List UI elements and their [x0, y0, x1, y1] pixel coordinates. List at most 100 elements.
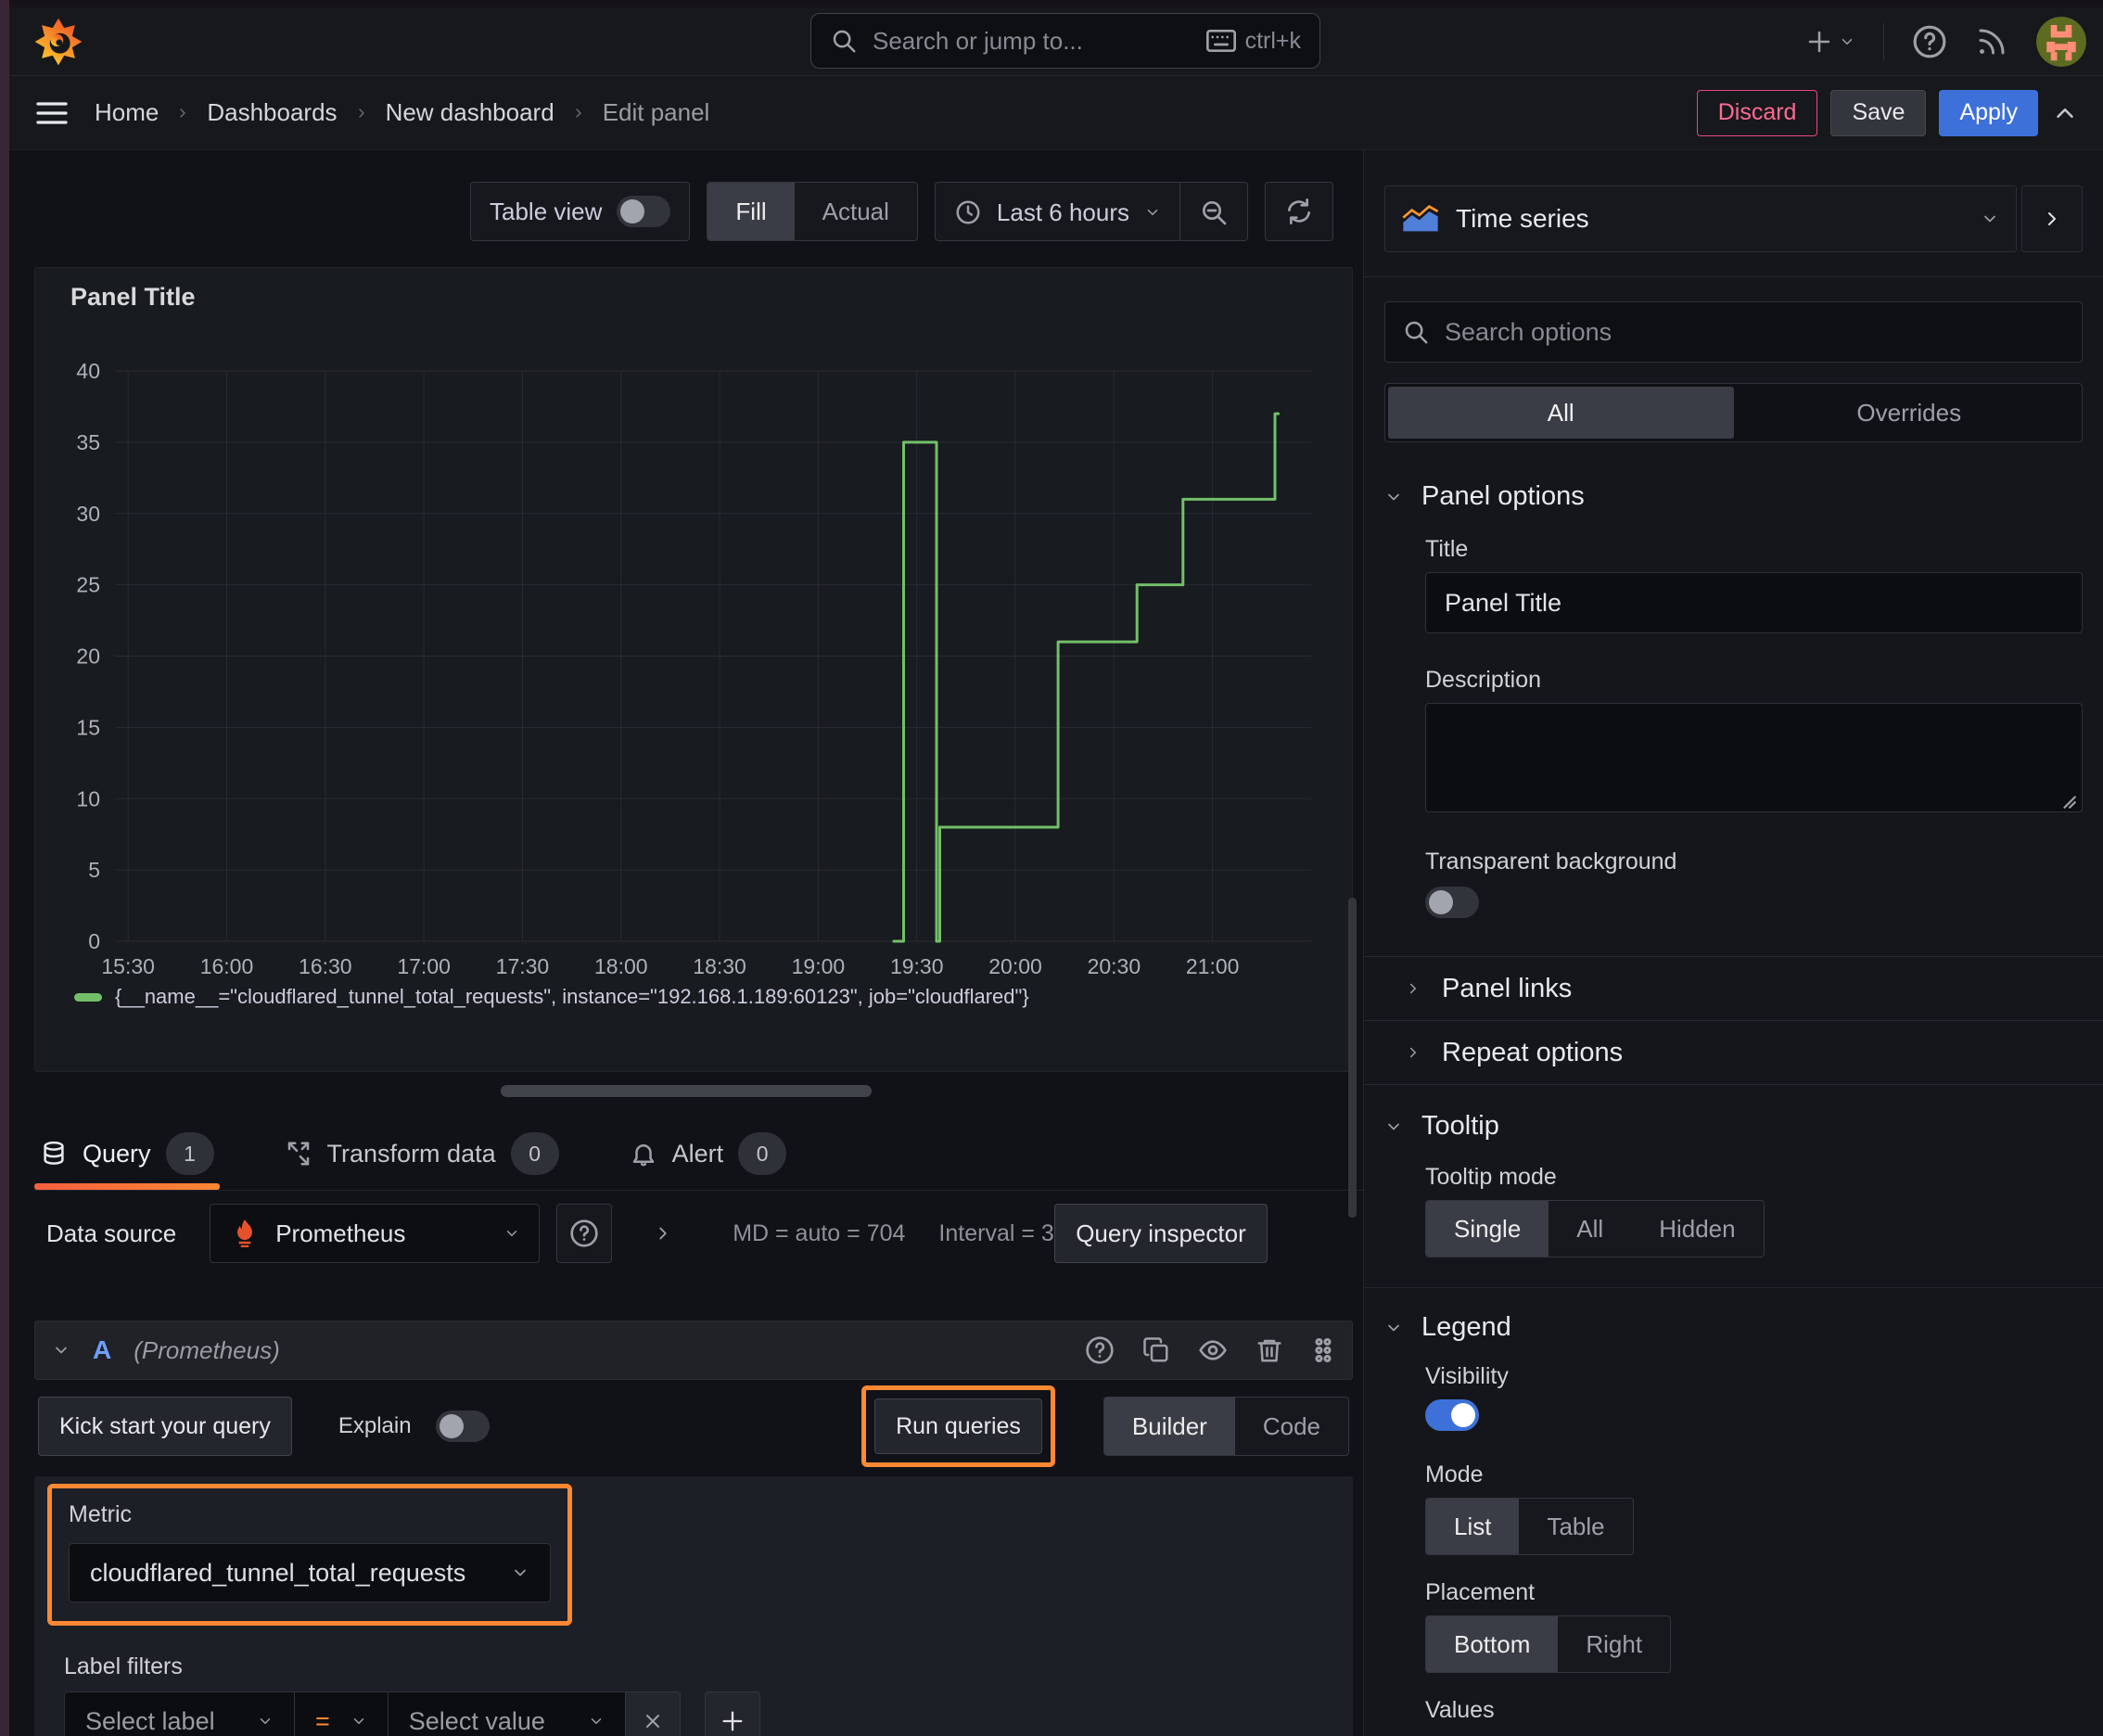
- section-tooltip[interactable]: Tooltip: [1384, 1111, 2083, 1142]
- section-legend[interactable]: Legend: [1384, 1312, 2083, 1343]
- add-button[interactable]: [1805, 28, 1855, 56]
- breadcrumb-dashboards[interactable]: Dashboards: [207, 98, 337, 127]
- save-button[interactable]: Save: [1830, 89, 1927, 136]
- breadcrumb-home[interactable]: Home: [95, 98, 159, 127]
- search-icon: [1402, 318, 1430, 346]
- metric-select[interactable]: cloudflared_tunnel_total_requests: [69, 1543, 551, 1602]
- svg-text:40: 40: [76, 359, 100, 383]
- kick-start-query-button[interactable]: Kick start your query: [38, 1397, 292, 1456]
- grafana-logo-icon[interactable]: [33, 17, 83, 67]
- chevron-down-icon[interactable]: [52, 1341, 70, 1359]
- section-panel-links[interactable]: Panel links: [1384, 957, 2083, 1020]
- search-placeholder: Search or jump to...: [873, 26, 1083, 55]
- tab-overrides[interactable]: Overrides: [1737, 384, 2083, 441]
- legend-table-option[interactable]: Table: [1519, 1499, 1632, 1554]
- datasource-help-button[interactable]: [556, 1204, 613, 1263]
- zoom-out-button[interactable]: [1180, 183, 1247, 242]
- options-search-placeholder: Search options: [1445, 317, 1612, 346]
- pane-resize-handle[interactable]: [501, 1085, 872, 1097]
- legend-list-option[interactable]: List: [1426, 1499, 1520, 1554]
- builder-option[interactable]: Builder: [1103, 1398, 1235, 1455]
- svg-text:16:00: 16:00: [200, 954, 254, 978]
- visibility-label: Visibility: [1425, 1363, 1509, 1389]
- chevron-down-icon: [1839, 33, 1855, 50]
- values-label: Values: [1425, 1697, 1495, 1723]
- select-label-placeholder: Select label: [85, 1706, 215, 1735]
- tab-transform-data[interactable]: Transform data 0: [279, 1117, 565, 1190]
- remove-query-icon[interactable]: [1255, 1336, 1283, 1364]
- placement-bottom-option[interactable]: Bottom: [1426, 1616, 1559, 1672]
- query-help-icon[interactable]: [1085, 1335, 1115, 1365]
- chevron-right-icon: [354, 106, 369, 121]
- hide-response-icon[interactable]: [1198, 1335, 1228, 1365]
- table-view-switch[interactable]: [617, 196, 671, 227]
- breadcrumb-new-dashboard[interactable]: New dashboard: [386, 98, 554, 127]
- toggle-viz-picker-button[interactable]: [2021, 185, 2083, 252]
- select-value-dropdown[interactable]: Select value: [387, 1691, 625, 1736]
- all-overrides-tabs: All Overrides: [1384, 383, 2083, 442]
- chevron-down-icon: [350, 1713, 367, 1730]
- explain-switch[interactable]: [435, 1410, 490, 1442]
- apply-button[interactable]: Apply: [1939, 89, 2038, 136]
- svg-text:15: 15: [76, 715, 100, 739]
- code-option[interactable]: Code: [1235, 1398, 1348, 1455]
- operator-dropdown[interactable]: =: [294, 1691, 388, 1736]
- tab-query[interactable]: Query 1: [34, 1117, 220, 1190]
- tab-alert[interactable]: Alert 0: [624, 1117, 793, 1190]
- svg-text:0: 0: [88, 929, 100, 953]
- panel-links-title: Panel links: [1442, 973, 1573, 1003]
- fill-option[interactable]: Fill: [707, 183, 795, 240]
- timeseries-plot-area[interactable]: 0 5 10 15 20 25 30 35 40 15:30 16:00 16:30 17:00 17:3…: [50, 332, 1337, 981]
- legend-visibility-switch[interactable]: [1425, 1399, 1479, 1431]
- edit-panel-main: Table view Fill Actual Last 6 hours Pane…: [9, 150, 1363, 1736]
- resize-grip-icon[interactable]: [2060, 793, 2077, 810]
- global-search-input[interactable]: Search or jump to... ctrl+k: [810, 13, 1320, 69]
- remove-filter-button[interactable]: [624, 1691, 681, 1736]
- duplicate-query-icon[interactable]: [1142, 1336, 1170, 1364]
- panel-description-textarea[interactable]: [1425, 703, 2083, 812]
- add-filter-button[interactable]: [704, 1691, 760, 1736]
- collapse-header-button[interactable]: [2051, 99, 2079, 127]
- discard-button[interactable]: Discard: [1696, 89, 1818, 136]
- tabs-divider: [34, 1190, 1363, 1191]
- chevron-right-icon[interactable]: [653, 1223, 673, 1244]
- query-row-header[interactable]: A (Prometheus): [34, 1321, 1353, 1380]
- tooltip-hidden-option[interactable]: Hidden: [1631, 1201, 1763, 1257]
- options-search-input[interactable]: Search options: [1384, 301, 2083, 363]
- visualization-picker[interactable]: Time series: [1384, 185, 2017, 252]
- panel-title-input[interactable]: [1425, 572, 2083, 633]
- chevron-right-icon: [571, 106, 586, 121]
- tab-all[interactable]: All: [1388, 387, 1734, 439]
- tooltip-all-option[interactable]: All: [1549, 1201, 1631, 1257]
- run-queries-button[interactable]: Run queries: [874, 1398, 1042, 1454]
- drag-handle-icon[interactable]: [1311, 1336, 1335, 1364]
- query-inspector-button[interactable]: Query inspector: [1054, 1204, 1268, 1263]
- chevron-down-icon: [511, 1564, 529, 1582]
- actual-option[interactable]: Actual: [795, 183, 917, 240]
- query-editor-card: A (Prometheus) Kick start your query Exp…: [34, 1321, 1353, 1736]
- svg-text:15:30: 15:30: [101, 954, 155, 978]
- datasource-picker[interactable]: Prometheus: [210, 1204, 541, 1263]
- transparent-bg-switch[interactable]: [1425, 887, 1479, 918]
- window-top-edge: [0, 0, 2103, 7]
- svg-text:17:30: 17:30: [496, 954, 550, 978]
- sidebar-divider: [1364, 276, 2103, 277]
- vertical-scrollbar-thumb[interactable]: [1348, 898, 1357, 1218]
- user-avatar[interactable]: [2036, 17, 2086, 67]
- news-button[interactable]: [1975, 25, 2008, 58]
- refresh-button[interactable]: [1265, 182, 1333, 241]
- chevron-down-icon: [1384, 488, 1403, 506]
- section-repeat-options[interactable]: Repeat options: [1384, 1021, 2083, 1084]
- table-view-toggle[interactable]: Table view: [470, 182, 691, 241]
- select-label-dropdown[interactable]: Select label: [64, 1691, 294, 1736]
- svg-text:20: 20: [76, 645, 100, 669]
- timeseries-chart: 0 5 10 15 20 25 30 35 40 15:30 16:00 16:30 17:00 17:3…: [76, 359, 1311, 978]
- time-range-picker[interactable]: Last 6 hours: [936, 183, 1179, 242]
- tooltip-single-option[interactable]: Single: [1426, 1201, 1549, 1257]
- chart-legend-item[interactable]: {__name__="cloudflared_tunnel_total_requ…: [74, 985, 1337, 1009]
- menu-toggle-button[interactable]: [33, 97, 70, 129]
- placement-right-option[interactable]: Right: [1558, 1616, 1670, 1672]
- help-button[interactable]: [1912, 24, 1947, 59]
- panel-title: Panel Title: [70, 283, 196, 311]
- section-panel-options[interactable]: Panel options: [1384, 481, 2083, 512]
